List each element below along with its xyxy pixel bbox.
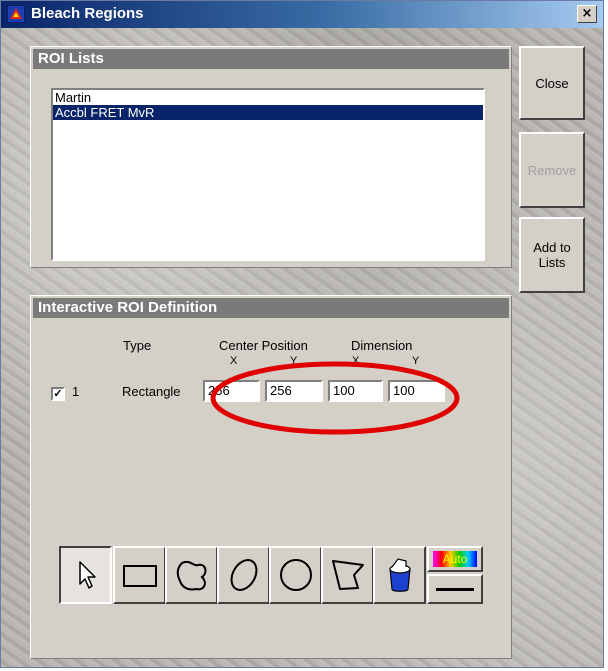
roi-definition-header: Interactive ROI Definition [33, 298, 509, 318]
freehand-tool-button[interactable] [165, 546, 218, 604]
polygon-icon [331, 560, 364, 590]
remove-button[interactable]: Remove [519, 132, 585, 208]
list-item[interactable]: Martin [53, 90, 483, 105]
paint-bucket-icon [388, 558, 411, 592]
type-column-label: Type [123, 338, 152, 353]
dimension-y-field[interactable]: 100 [388, 380, 445, 402]
freehand-icon [176, 560, 206, 591]
window-title: Bleach Regions [31, 5, 144, 22]
center-x-field[interactable]: 256 [203, 380, 260, 402]
list-item[interactable]: Accbl FRET MvR [53, 105, 483, 120]
add-to-lists-button[interactable]: Add to Lists [519, 217, 585, 293]
ellipse-icon [230, 559, 257, 591]
roi-definition-panel: Interactive ROI Definition Type Center P… [30, 295, 512, 659]
line-width-icon [436, 587, 474, 591]
roi-index: 1 [72, 384, 80, 399]
app-icon [7, 5, 25, 23]
auto-color-button[interactable]: Auto [427, 546, 483, 572]
paint-bucket-tool-button[interactable] [373, 546, 426, 604]
circle-tool-button[interactable] [269, 546, 322, 604]
rectangle-icon [122, 565, 157, 587]
dimension-x-field[interactable]: 100 [328, 380, 383, 402]
window-close-button[interactable]: × [577, 5, 597, 23]
line-width-button[interactable] [427, 574, 483, 604]
rectangle-tool-button[interactable] [113, 546, 166, 604]
auto-label: Auto [433, 551, 477, 567]
ellipse-tool-button[interactable] [217, 546, 270, 604]
dimension-label: Dimension [351, 338, 413, 353]
circle-icon [279, 559, 312, 591]
center-position-label: Center Position [219, 338, 308, 353]
dimension-x-axis-label: X [352, 355, 360, 367]
color-auto-control: Auto [427, 546, 483, 604]
polygon-tool-button[interactable] [321, 546, 374, 604]
close-button[interactable]: Close [519, 46, 585, 120]
center-y-axis-label: Y [290, 355, 298, 367]
add-to-lists-label: Add to Lists [533, 240, 571, 270]
arrow-icon [78, 561, 96, 589]
roi-lists-panel: ROI Lists Martin Accbl FRET MvR [30, 46, 512, 268]
roi-listbox[interactable]: Martin Accbl FRET MvR [51, 88, 485, 261]
title-bar: Bleach Regions × [1, 1, 603, 28]
roi-enable-checkbox[interactable]: ✓ [51, 387, 65, 401]
center-y-field[interactable]: 256 [265, 380, 323, 402]
roi-lists-header: ROI Lists [33, 49, 509, 69]
arrow-tool-button[interactable] [59, 546, 112, 604]
bleach-regions-window: Bleach Regions × ROI Lists Martin Accbl … [0, 0, 604, 668]
dimension-y-axis-label: Y [412, 355, 420, 367]
roi-type: Rectangle [122, 384, 181, 399]
center-x-axis-label: X [230, 355, 238, 367]
